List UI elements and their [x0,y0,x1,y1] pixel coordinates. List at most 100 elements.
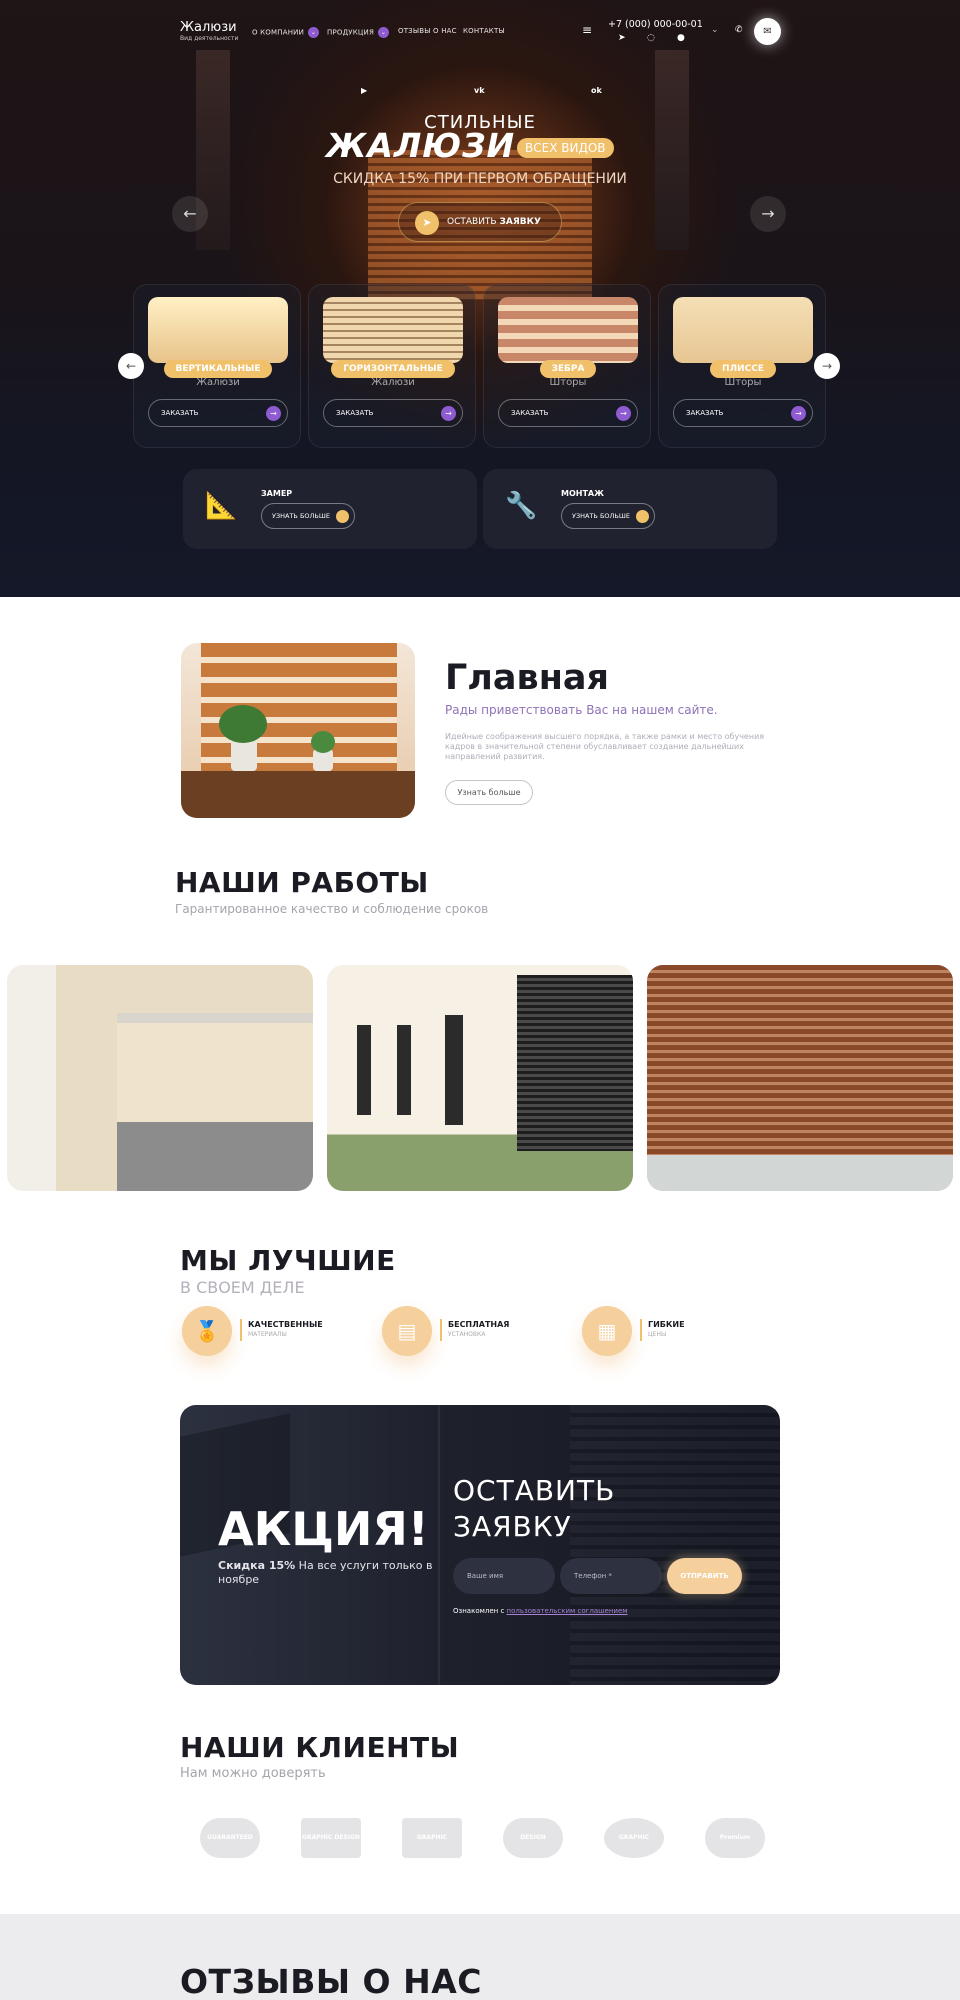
chevron-down-icon: ⌄ [378,27,390,38]
client-logo: GRAPHIC [604,1818,664,1858]
dot-icon [336,510,349,523]
learn-more-label: УЗНАТЬ БОЛЬШЕ [572,512,630,520]
phone-icon[interactable]: ✆ [735,25,743,35]
youtube-icon[interactable]: ▶ [361,86,367,95]
hero-title: ЖАЛЮЗИ [326,126,516,165]
agreement-text: Ознакомлен с пользовательским соглашение… [453,1607,628,1615]
product-subtitle: Жалюзи [196,377,240,388]
chevron-down-icon: ⌄ [308,27,320,38]
promo-discount: Скидка 15% [218,1559,296,1572]
viber-icon[interactable]: ● [677,33,685,43]
works-subtitle: Гарантированное качество и соблюдение ср… [175,902,489,916]
nav-reviews[interactable]: ОТЗЫВЫ О НАС [398,27,457,35]
product-title: ВЕРТИКАЛЬНЫЕ [163,360,273,378]
feature-subtitle: МАТЕРИАЛЫ [248,1331,287,1338]
phone-number[interactable]: +7 (000) 000-00-01 [608,19,703,30]
vk-icon[interactable]: vk [474,86,485,95]
form-title-line1: ОСТАВИТЬ [453,1474,616,1507]
decor-pillar [655,50,689,250]
client-logo: GUARANTEED [200,1818,260,1858]
hero-badge: ВСЕХ ВИДОВ [517,138,614,158]
send-button[interactable]: ОТПРАВИТЬ [667,1558,742,1594]
clients-title: НАШИ КЛИЕНТЫ [180,1731,460,1764]
arrow-right-icon: → [616,406,631,421]
feature-subtitle: ЦЕНЫ [648,1331,667,1338]
product-subtitle: Шторы [549,377,587,388]
work-photo[interactable] [7,965,313,1191]
arrow-right-icon: → [441,406,456,421]
client-logo: Premium [705,1818,765,1858]
arrow-right-icon: → [791,406,806,421]
service-title: ЗАМЕР [261,489,293,498]
learn-more-button[interactable]: Узнать больше [445,780,533,805]
about-text: Идейные соображения высшего порядка, а т… [445,732,765,761]
product-image [673,297,813,363]
product-title: ГОРИЗОНТАЛЬНЫЕ [331,360,455,378]
learn-more-button[interactable]: УЗНАТЬ БОЛЬШЕ [261,503,355,529]
product-card[interactable]: ВЕРТИКАЛЬНЫЕ Жалюзи ЗАКАЗАТЬ → [133,284,301,448]
nav-about[interactable]: О КОМПАНИИ ⌄ [252,27,320,38]
service-card[interactable]: 🔧 МОНТАЖ УЗНАТЬ БОЛЬШЕ [483,469,777,549]
request-button[interactable]: ➤ ОСТАВИТЬ ЗАЯВКУ [398,202,562,242]
odnoklassniki-icon[interactable]: ok [591,86,602,95]
carousel-next-button[interactable]: → [814,353,840,379]
product-subtitle: Шторы [724,377,762,388]
menu-icon[interactable]: ≡ [582,23,592,37]
quality-icon: 🏅 [182,1306,232,1356]
order-button[interactable]: ЗАКАЗАТЬ → [673,399,813,427]
promo-text: Скидка 15% На все услуги только в ноябре [218,1559,438,1587]
slider-next-button[interactable]: → [750,196,786,232]
drill-icon: 🔧 [505,491,538,521]
carousel-prev-button[interactable]: ← [118,353,144,379]
whatsapp-icon[interactable]: ◌ [647,33,655,43]
feature-title: ГИБКИЕ [648,1320,685,1329]
agreement-link[interactable]: пользовательским соглашением [507,1607,628,1615]
logo[interactable]: Жалюзи [180,20,237,35]
promo-title: АКЦИЯ! [218,1502,429,1556]
hero-section: Жалюзи Вид деятельности О КОМПАНИИ ⌄ ПРОД… [0,0,960,597]
slider-prev-button[interactable]: ← [172,196,208,232]
nav-products[interactable]: ПРОДУКЦИЯ ⌄ [327,27,390,38]
client-logo: GRAPHIC DESIGN [301,1818,361,1858]
learn-more-button[interactable]: УЗНАТЬ БОЛЬШЕ [561,503,655,529]
product-title: ПЛИССЕ [710,360,776,378]
order-button[interactable]: ЗАКАЗАТЬ → [148,399,288,427]
mail-icon[interactable]: ✉ [754,18,781,45]
form-title-line2: ЗАЯВКУ [453,1510,572,1543]
phone-input[interactable] [560,1558,662,1594]
product-image [323,297,463,363]
service-card[interactable]: 📐 ЗАМЕР УЗНАТЬ БОЛЬШЕ [183,469,477,549]
product-card[interactable]: ГОРИЗОНТАЛЬНЫЕ Жалюзи ЗАКАЗАТЬ → [308,284,476,448]
clients-subtitle: Нам можно доверять [180,1766,326,1781]
chevron-down-icon[interactable]: ⌄ [711,25,719,35]
client-logo: DESIGN [503,1818,563,1858]
order-button[interactable]: ЗАКАЗАТЬ → [498,399,638,427]
product-card[interactable]: ПЛИССЕ Шторы ЗАКАЗАТЬ → [658,284,826,448]
feature-title: БЕСПЛАТНАЯ [448,1320,510,1329]
learn-more-label: УЗНАТЬ БОЛЬШЕ [272,512,330,520]
works-title: НАШИ РАБОТЫ [175,866,429,899]
order-button[interactable]: ЗАКАЗАТЬ → [323,399,463,427]
promo-banner: АКЦИЯ! Скидка 15% На все услуги только в… [180,1405,780,1685]
install-icon: ▤ [382,1306,432,1356]
product-subtitle: Жалюзи [371,377,415,388]
telegram-icon[interactable]: ➤ [618,33,626,43]
price-icon: ▦ [582,1306,632,1356]
logo-subtitle: Вид деятельности [180,35,239,42]
best-subtitle: В СВОЕМ ДЕЛЕ [180,1278,305,1297]
form-title: ОСТАВИТЬ ЗАЯВКУ [453,1473,615,1545]
work-photo[interactable] [647,965,953,1191]
product-card[interactable]: ЗЕБРА Шторы ЗАКАЗАТЬ → [483,284,651,448]
name-input[interactable] [453,1558,555,1594]
request-label: ОСТАВИТЬ [447,217,500,227]
about-image [181,643,415,818]
hero-discount: СКИДКА 15% ПРИ ПЕРВОМ ОБРАЩЕНИИ [333,171,627,187]
about-title: Главная [445,658,609,698]
feature-subtitle: УСТАНОВКА [448,1331,486,1338]
order-label: ЗАКАЗАТЬ [336,409,374,417]
best-title: МЫ ЛУЧШИЕ [180,1244,396,1277]
work-photo[interactable] [327,965,633,1191]
about-subtitle: Рады приветствовать Вас на нашем сайте. [445,703,718,717]
nav-contacts[interactable]: КОНТАКТЫ [463,27,505,35]
feature-title: КАЧЕСТВЕННЫЕ [248,1320,323,1329]
